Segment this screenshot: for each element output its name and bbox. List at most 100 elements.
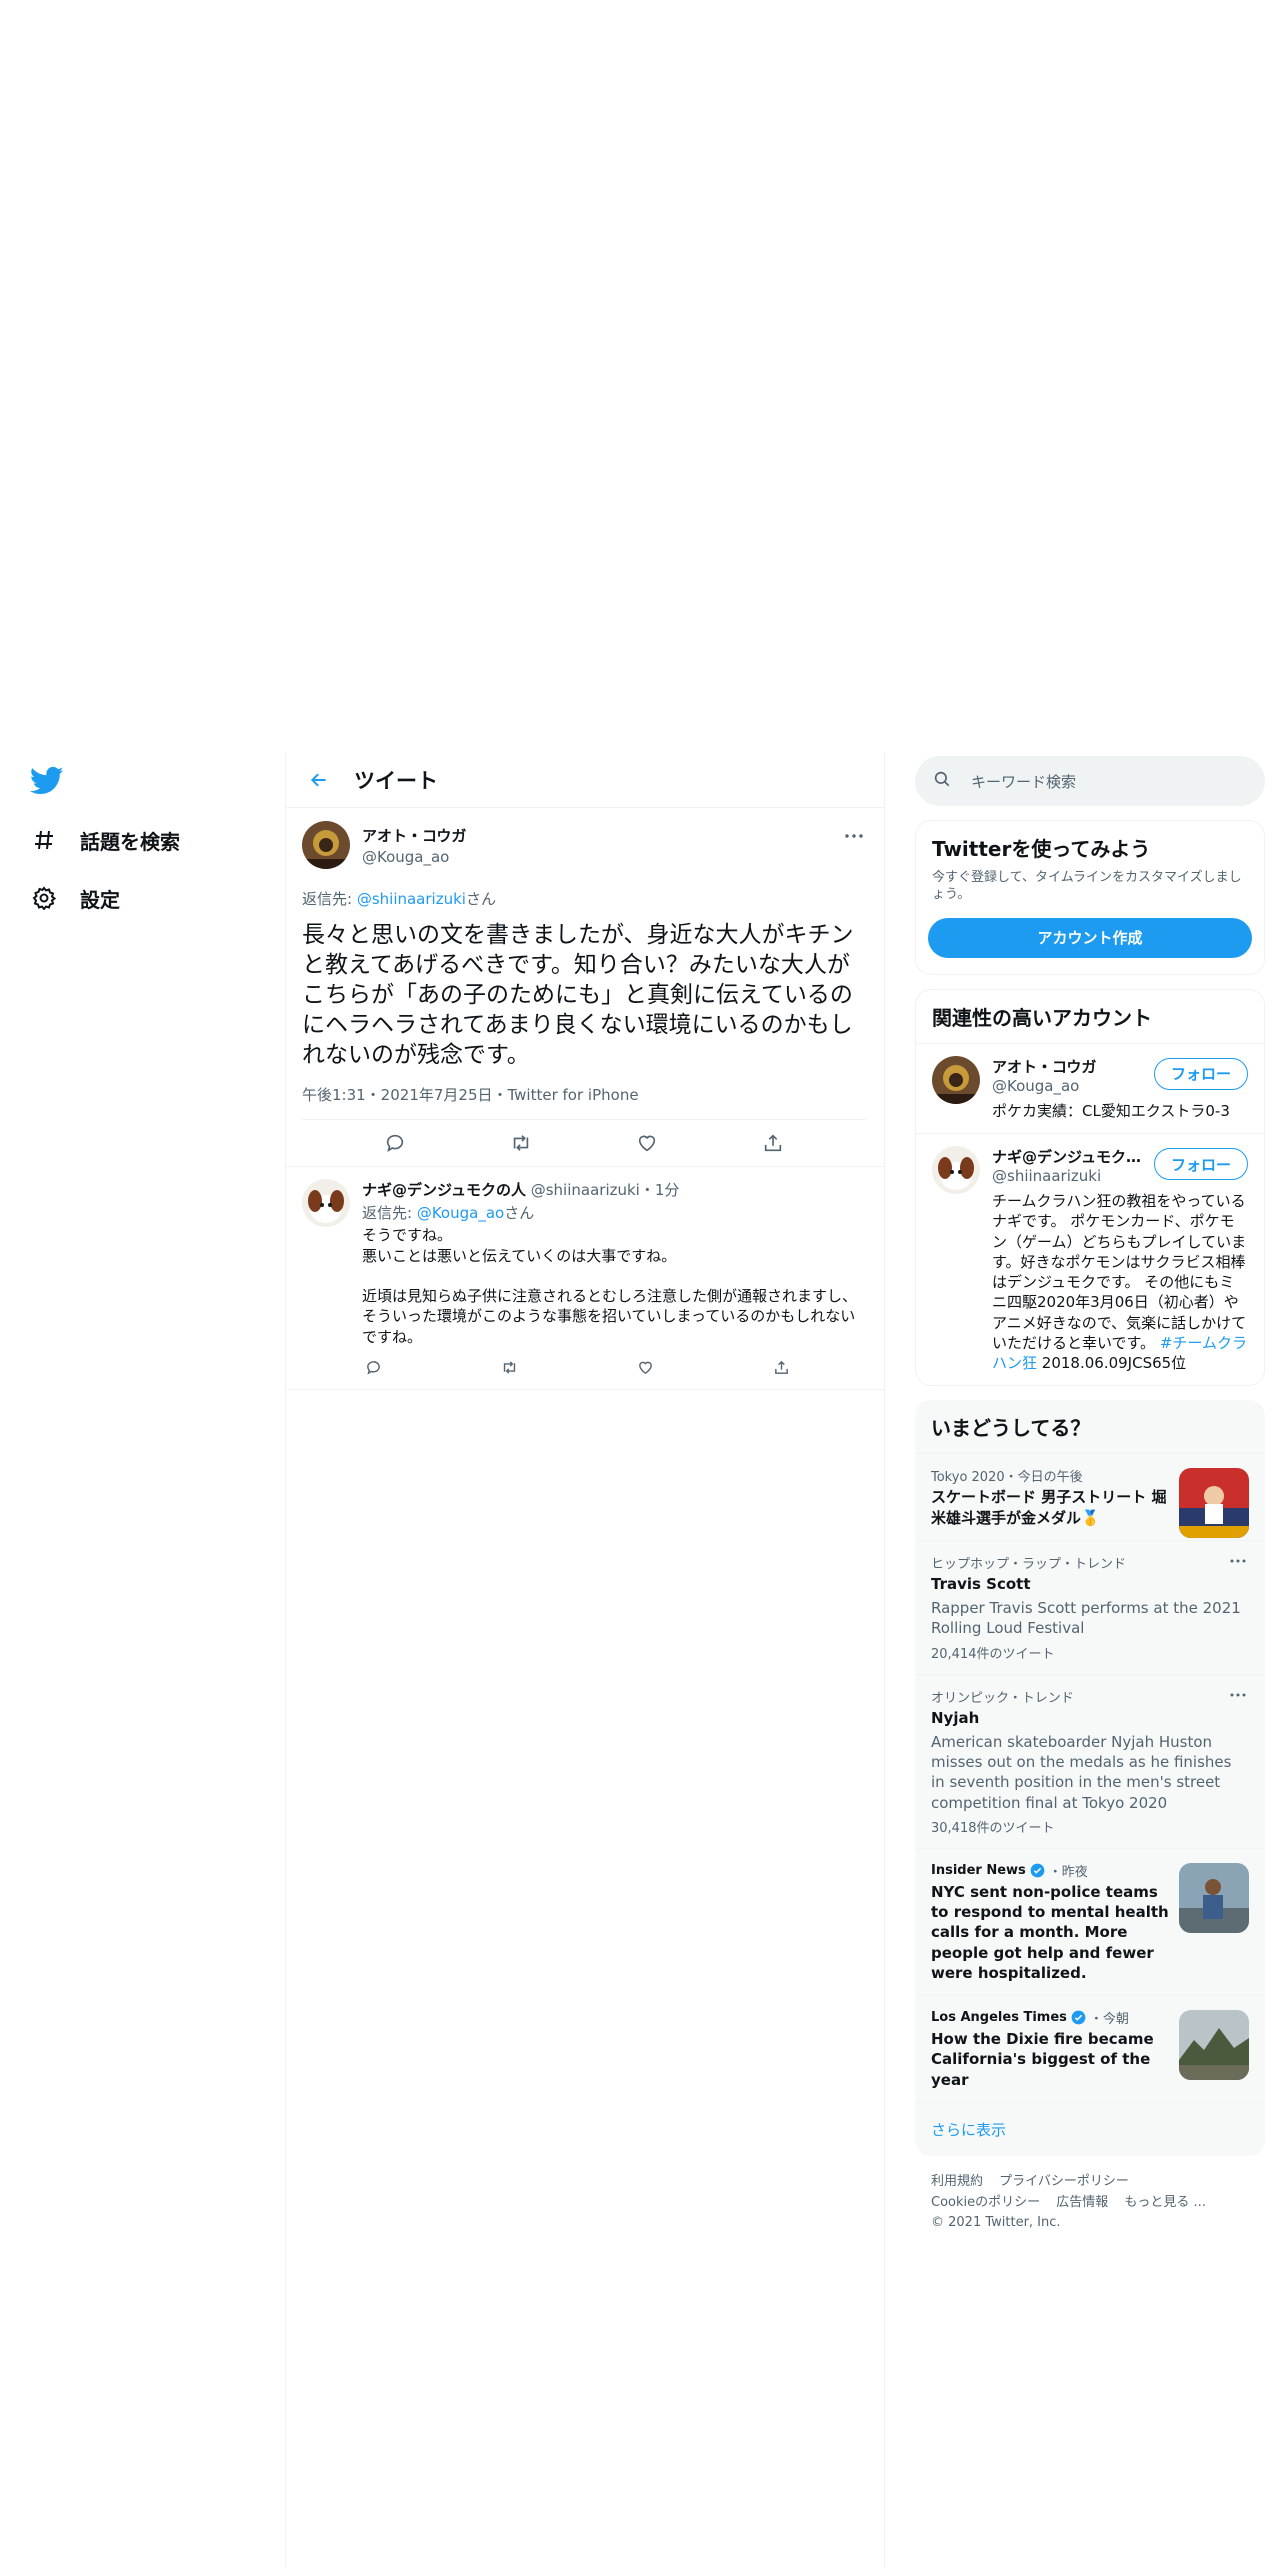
- trend-count: 30,418件のツイート: [931, 1820, 1055, 1836]
- reply-icon[interactable]: [362, 1357, 384, 1379]
- tweet-author: アオト・コウガ @Kouga_ao: [302, 818, 866, 872]
- tweet-actions: [302, 1120, 866, 1166]
- news-item[interactable]: Insider News ・昨夜 NYC sent non-police tea…: [915, 1847, 1265, 1995]
- news-headline: How the Dixie fire became California's b…: [931, 2030, 1154, 2089]
- news-time: ・今朝: [1089, 2012, 1129, 2028]
- account-item[interactable]: ナギ@デンジュモクの人 @shiinaarizuki チームクラハン狂の教祖をや…: [916, 1133, 1264, 1385]
- reply-prefix: 返信先:: [362, 1204, 417, 1223]
- news-source: Insider News ・昨夜: [931, 1861, 1171, 1880]
- reply-to-handle[interactable]: @shiinaarizuki: [357, 890, 466, 908]
- trend-item[interactable]: Tokyo 2020・今日の午後 スケートボード 男子ストリート 堀米雄斗選手が…: [915, 1453, 1265, 1540]
- relevant-accounts: 関連性の高いアカウント アオト・コウガ @Kouga_ao ポケカ実績：CL愛知…: [915, 988, 1265, 1387]
- trend-thumbnail: [1179, 1468, 1249, 1539]
- trend-context: オリンピック・トレンド: [931, 1690, 1074, 1706]
- reply-to: 返信先: @Kouga_aoさん: [362, 1202, 866, 1223]
- avatar[interactable]: [932, 1146, 980, 1195]
- reply-header: ナギ@デンジュモクの人 @shiinaarizuki・1分: [362, 1179, 866, 1200]
- trend-context: Tokyo 2020・今日の午後: [931, 1470, 1083, 1486]
- account-bio: ポケカ実績：CL愛知エクストラ0-3: [992, 1101, 1230, 1120]
- page-title: ツイート: [354, 768, 438, 793]
- right-sidebar: キーワード検索 Twitterを使ってみよう 今すぐ登録して、タイムラインをカス…: [915, 752, 1265, 2250]
- trend-item[interactable]: ヒップホップ・ラップ・トレンド Travis Scott Rapper Trav…: [915, 1539, 1265, 1674]
- footer-link[interactable]: プライバシーポリシー: [999, 2174, 1129, 2189]
- nav-explore-label: 話題を検索: [80, 829, 180, 854]
- copyright: © 2021 Twitter, Inc.: [931, 2215, 1061, 2231]
- trend-count: 20,414件のツイート: [931, 1646, 1055, 1662]
- more-options-icon[interactable]: [1227, 1553, 1249, 1569]
- trend-item[interactable]: オリンピック・トレンド Nyjah American skateboarder …: [915, 1673, 1265, 1848]
- account-bio: チームクラハン狂の教祖をやっているナギです。 ポケモンカード、ポケモン（ゲーム）…: [992, 1191, 1248, 1373]
- reply-display-name[interactable]: ナギ@デンジュモクの人: [362, 1181, 526, 1199]
- nav-settings[interactable]: 設定: [30, 878, 120, 918]
- reply-to-handle[interactable]: @Kouga_ao: [417, 1204, 504, 1222]
- gear-icon: [30, 884, 58, 912]
- account-item[interactable]: アオト・コウガ @Kouga_ao ポケカ実績：CL愛知エクストラ0-3 フォロ…: [916, 1042, 1264, 1133]
- reply-suffix: さん: [465, 890, 496, 908]
- avatar[interactable]: [302, 821, 350, 869]
- search-placeholder: キーワード検索: [971, 772, 1077, 791]
- author-handle[interactable]: @Kouga_ao: [362, 848, 466, 866]
- reply-actions: [362, 1357, 792, 1379]
- verified-badge-icon: [1071, 2010, 1086, 2025]
- trends-title: いまどうしてる？: [931, 1416, 1091, 1441]
- account-display-name[interactable]: アオト・コウガ: [992, 1056, 1147, 1077]
- avatar[interactable]: [932, 1055, 980, 1104]
- follow-button[interactable]: フォロー: [1153, 1148, 1248, 1181]
- twitter-logo-icon[interactable]: [29, 766, 64, 796]
- reply-icon[interactable]: [378, 1126, 412, 1160]
- reply-tweet[interactable]: ナギ@デンジュモクの人 @shiinaarizuki・1分 返信先: @Koug…: [286, 1167, 884, 1390]
- signup-box: Twitterを使ってみよう 今すぐ登録して、タイムラインをカスタマイズしましょ…: [915, 820, 1265, 975]
- show-more-link[interactable]: さらに表示: [915, 2101, 1265, 2156]
- like-icon[interactable]: [634, 1357, 656, 1379]
- nav-settings-label: 設定: [80, 887, 120, 912]
- search-icon: [933, 770, 951, 792]
- news-time: ・昨夜: [1048, 1864, 1088, 1880]
- footer-link[interactable]: 広告情報: [1056, 2195, 1108, 2210]
- reply-to: 返信先: @shiinaarizukiさん: [302, 888, 866, 909]
- footer-link[interactable]: 利用規約: [931, 2174, 983, 2189]
- like-icon[interactable]: [630, 1126, 664, 1160]
- trend-headline: スケートボード 男子ストリート 堀米雄斗選手が金メダル🥇: [931, 1488, 1167, 1527]
- trends-box: いまどうしてる？ Tokyo 2020・今日の午後 スケートボード 男子ストリー…: [915, 1400, 1265, 2156]
- news-headline: NYC sent non-police teams to respond to …: [931, 1882, 1169, 1982]
- news-source: Los Angeles Times ・今朝: [931, 2008, 1171, 2027]
- bio-text: チームクラハン狂の教祖をやっているナギです。 ポケモンカード、ポケモン（ゲーム）…: [992, 1192, 1247, 1352]
- trend-headline: Nyjah: [931, 1708, 980, 1727]
- nav-explore[interactable]: 話題を検索: [30, 820, 180, 860]
- author-display-name[interactable]: アオト・コウガ: [362, 825, 466, 846]
- trend-description: Rapper Travis Scott performs at the 2021…: [931, 1599, 1241, 1638]
- tweet-timestamp[interactable]: 午後1:31・2021年7月25日・Twitter for iPhone: [302, 1084, 866, 1121]
- news-source-name: Los Angeles Times: [931, 2010, 1067, 2026]
- tweet-text: 長々と思いの文を書きましたが、身近な大人がキチンと教えてあげるべきです。知り合い…: [302, 922, 854, 1068]
- news-item[interactable]: Los Angeles Times ・今朝 How the Dixie fire…: [915, 1995, 1265, 2102]
- reply-suffix: さん: [504, 1204, 535, 1223]
- signup-subtitle: 今すぐ登録して、タイムラインをカスタマイズしましょう。: [932, 870, 1242, 902]
- share-icon[interactable]: [770, 1357, 792, 1379]
- news-source-name: Insider News: [931, 1862, 1026, 1878]
- trend-description: American skateboarder Nyjah Huston misse…: [931, 1732, 1232, 1812]
- reply-handle[interactable]: @shiinaarizuki: [531, 1181, 640, 1199]
- footer-link[interactable]: もっと見る ...: [1124, 2195, 1206, 2210]
- account-display-name[interactable]: ナギ@デンジュモクの人: [992, 1146, 1147, 1167]
- reply-time[interactable]: ・1分: [640, 1181, 680, 1199]
- avatar[interactable]: [302, 1179, 350, 1228]
- more-options-icon[interactable]: [842, 826, 866, 846]
- share-icon[interactable]: [756, 1126, 790, 1160]
- retweet-icon[interactable]: [498, 1357, 520, 1379]
- trend-headline: Travis Scott: [931, 1574, 1031, 1593]
- tweet-column: ツイート アオト・コウガ @Kouga_ao 返信先: @shiinaarizu…: [285, 752, 885, 2568]
- news-thumbnail: [1179, 2010, 1249, 2081]
- retweet-icon[interactable]: [504, 1126, 538, 1160]
- trend-context: ヒップホップ・ラップ・トレンド: [931, 1556, 1127, 1572]
- main-tweet: アオト・コウガ @Kouga_ao 返信先: @shiinaarizukiさん …: [286, 808, 884, 1168]
- news-thumbnail: [1179, 1862, 1249, 1933]
- hashtag-icon: [30, 826, 58, 854]
- back-arrow-icon[interactable]: [304, 765, 334, 795]
- footer-link[interactable]: Cookieのポリシー: [931, 2195, 1040, 2210]
- search-input[interactable]: キーワード検索: [915, 756, 1265, 806]
- create-account-button[interactable]: アカウント作成: [928, 917, 1252, 958]
- more-options-icon[interactable]: [1227, 1687, 1249, 1703]
- reply-prefix: 返信先:: [302, 890, 357, 908]
- follow-button[interactable]: フォロー: [1153, 1057, 1248, 1090]
- signup-title: Twitterを使ってみよう: [932, 837, 1151, 861]
